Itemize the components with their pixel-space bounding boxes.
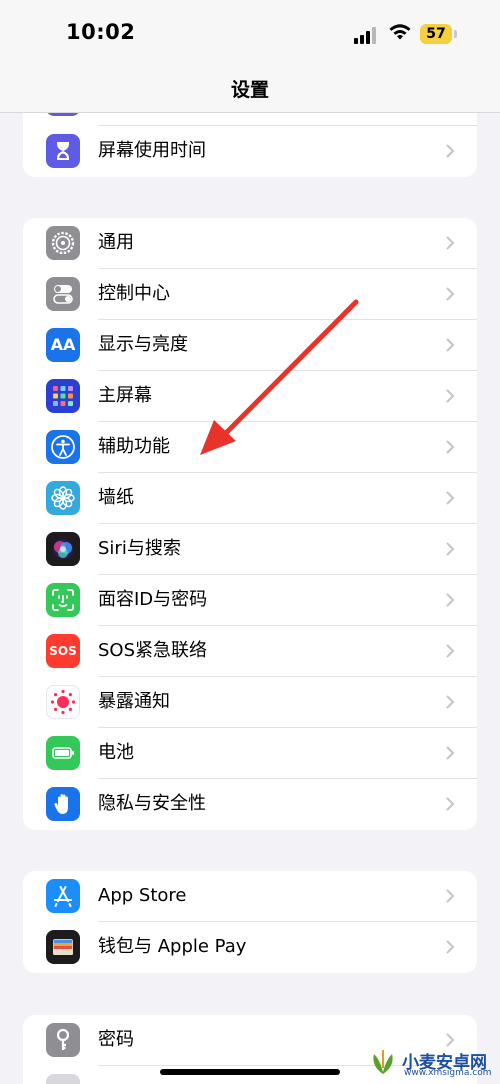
watermark-url: www.xmsigma.com bbox=[404, 1068, 492, 1078]
home-indicator[interactable] bbox=[160, 1069, 340, 1075]
annotation-arrow-icon bbox=[200, 299, 359, 455]
watermark-logo-icon bbox=[373, 1050, 393, 1074]
